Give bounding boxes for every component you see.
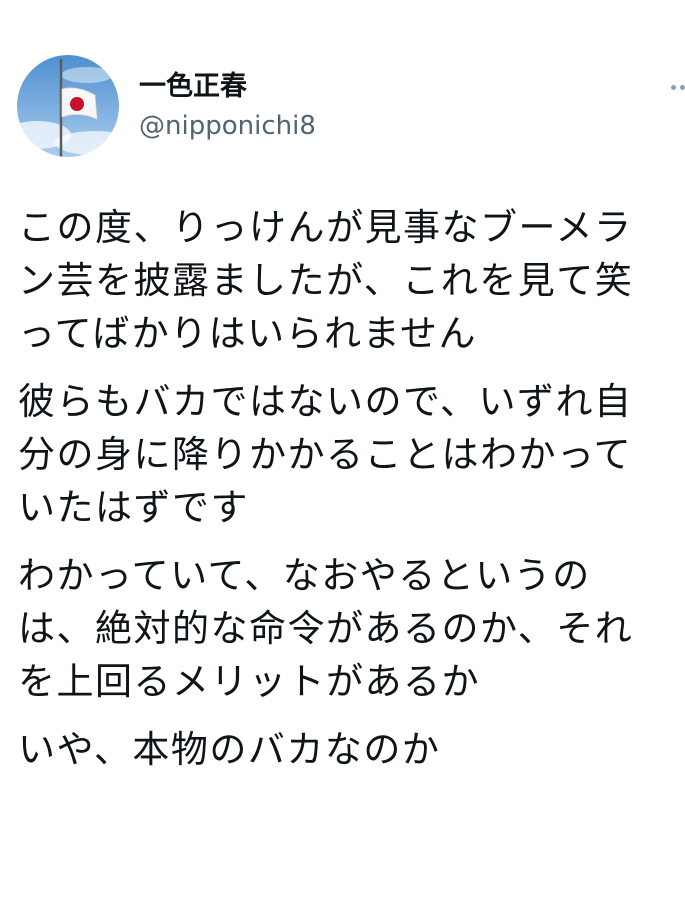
more-dots-icon [671, 85, 676, 90]
more-dots-icon-dot [680, 85, 685, 90]
tweet-paragraph: いや、本物のバカなのか [18, 728, 441, 771]
avatar[interactable] [17, 55, 119, 157]
tweet-text: この度、りっけんが見事なブーメラ ン芸を披露ましたが、これを見て笑 ってばかりは… [18, 201, 682, 791]
tweet-paragraph: この度、りっけんが見事なブーメラ ン芸を披露ましたが、これを見て笑 ってばかりは… [18, 206, 634, 355]
japanese-flag-avatar-icon [17, 55, 119, 157]
more-options-button[interactable] [664, 76, 685, 100]
author-handle[interactable]: @nipponichi8 [139, 110, 316, 142]
tweet-paragraph: わかっていて、なおやるというの は、絶対的な命令があるのか、それ を上回るメリッ… [18, 554, 634, 703]
author-display-name[interactable]: 一色正春 [139, 70, 247, 104]
tweet-paragraph: 彼らもバカではないので、いずれ自 分の身に降りかかることはわかって いたはずです [18, 380, 633, 529]
